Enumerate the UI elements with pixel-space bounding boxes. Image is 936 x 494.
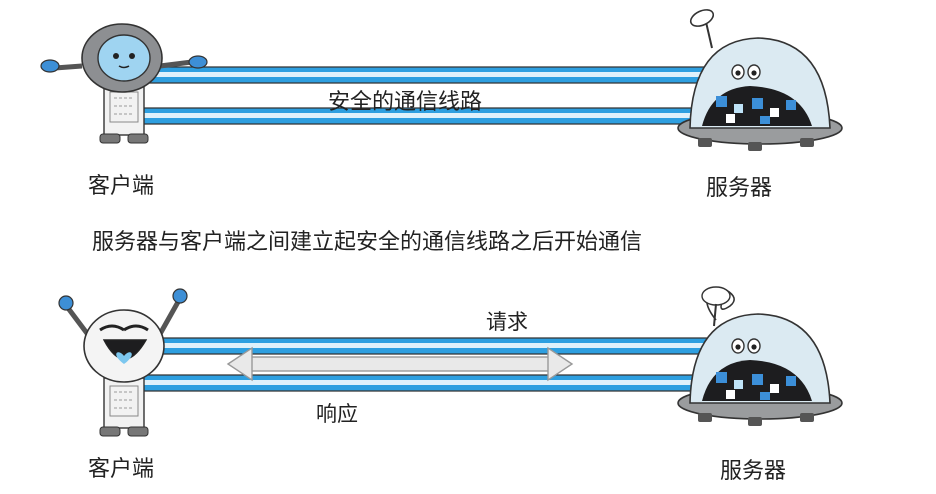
request-label: 请求 [486, 310, 528, 334]
response-label: 响应 [316, 402, 358, 426]
caption-text: 服务器与客户端之间建立起安全的通信线路之后开始通信 [92, 230, 643, 255]
bottom-server-robot [677, 286, 843, 426]
top-server-robot [677, 9, 843, 151]
bottom-server-label: 服务器 [720, 459, 787, 484]
bottom-client-label: 客户端 [88, 457, 155, 482]
channel-label: 安全的通信线路 [328, 90, 483, 115]
top-server-label: 服务器 [706, 176, 773, 201]
top-client-label: 客户端 [88, 174, 155, 199]
bottom-client-robot [58, 288, 188, 437]
